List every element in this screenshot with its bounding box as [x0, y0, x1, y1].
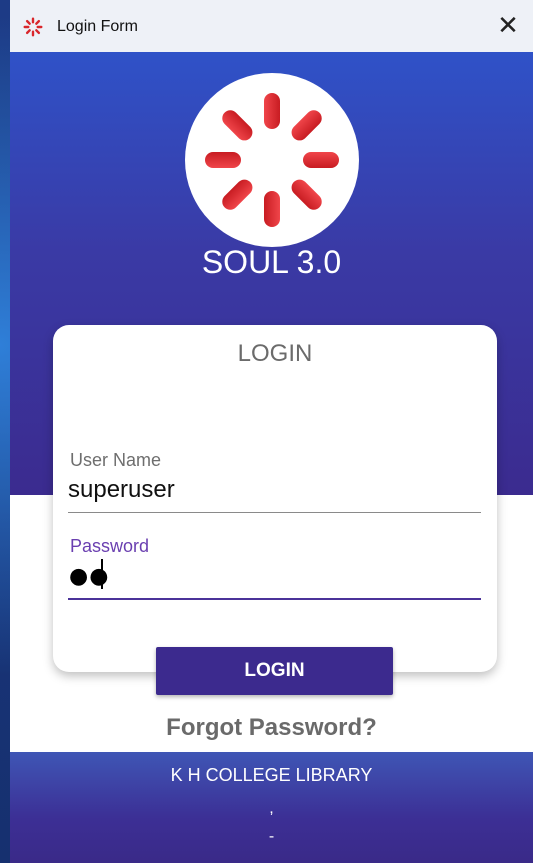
app-logo — [185, 73, 359, 247]
login-window: Login Form ✕ SOUL 3.0 LOGIN User Name su… — [10, 0, 533, 863]
app-spinner-icon — [23, 17, 43, 37]
username-underline — [68, 512, 481, 513]
password-label: Password — [70, 536, 150, 556]
username-input[interactable] — [68, 473, 480, 507]
institution-name: K H COLLEGE LIBRARY — [170, 765, 373, 785]
window-title: Login Form — [57, 18, 138, 35]
text-caret — [101, 559, 103, 589]
login-card: LOGIN User Name Password ●● — [53, 325, 497, 672]
footer-line-2: , — [269, 800, 274, 817]
title-bar[interactable]: Login Form ✕ — [10, 0, 533, 52]
spinner-logo-icon — [205, 93, 339, 227]
card-title: LOGIN — [237, 340, 313, 367]
app-name: SOUL 3.0 — [201, 244, 342, 280]
login-button[interactable]: LOGIN — [156, 647, 393, 695]
close-button[interactable]: ✕ — [483, 0, 533, 52]
footer: K H COLLEGE LIBRARY , - — [10, 752, 533, 863]
password-input[interactable]: ●● — [69, 564, 109, 589]
close-icon: ✕ — [497, 11, 519, 41]
username-label: User Name — [70, 450, 162, 470]
footer-line-3: - — [268, 828, 275, 845]
password-underline — [68, 598, 481, 600]
forgot-password-link[interactable]: Forgot Password? — [10, 714, 533, 742]
